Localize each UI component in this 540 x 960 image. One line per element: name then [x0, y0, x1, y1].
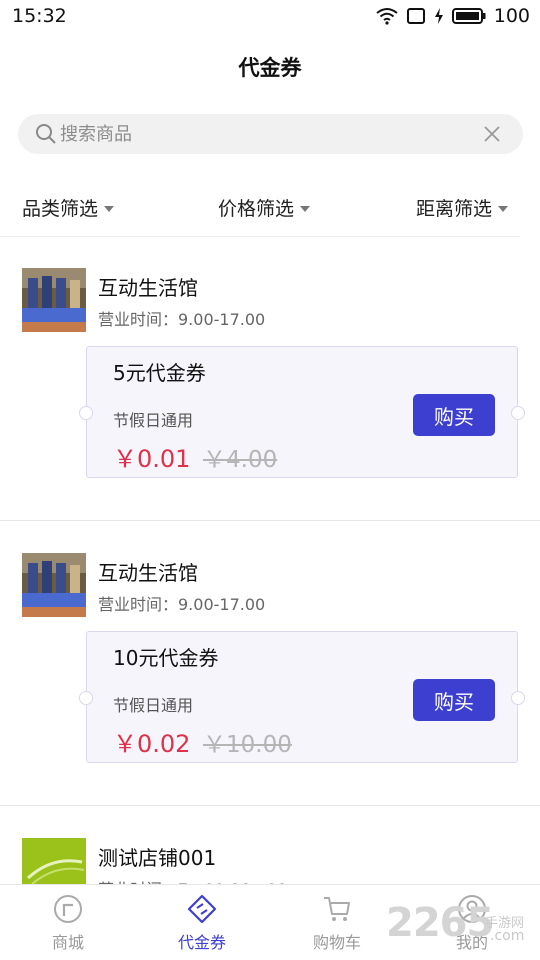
coupon-notch: [79, 406, 93, 420]
buy-button[interactable]: 购买: [413, 679, 495, 721]
coupon-card[interactable]: 5元代金券 节假日通用 ￥0.01 ￥4.00 购买: [79, 346, 525, 478]
screen-icon: [406, 7, 426, 25]
store-hours: 营业时间：9.00-17.00: [98, 595, 266, 614]
filter-category[interactable]: 品类筛选: [22, 194, 115, 221]
tab-cart-label: 购物车: [312, 933, 361, 952]
store-thumbnail: [22, 268, 86, 332]
tab-voucher[interactable]: 代金券: [152, 893, 252, 953]
coupon-note: 节假日通用: [113, 696, 194, 715]
store-hours: 营业时间：9.00-17.00: [98, 310, 266, 329]
caret-down-icon: [104, 205, 115, 212]
filter-price-label: 价格筛选: [218, 198, 295, 220]
wifi-icon: [376, 7, 398, 25]
clear-icon[interactable]: [483, 125, 501, 147]
status-bar: 15:32 100: [0, 0, 540, 34]
filter-category-label: 品类筛选: [22, 198, 99, 220]
filter-bar: 品类筛选 价格筛选 距离筛选: [0, 188, 540, 228]
voucher-icon: [152, 893, 252, 925]
coupon-note: 节假日通用: [113, 411, 194, 430]
search-input[interactable]: [60, 114, 460, 154]
battery-icon: [451, 7, 486, 25]
caret-down-icon: [498, 205, 509, 212]
coupon-title: 10元代金券: [113, 646, 219, 670]
divider: [0, 805, 540, 806]
buy-button[interactable]: 购买: [413, 394, 495, 436]
watermark-domain: .com: [490, 928, 525, 944]
tab-mall-label: 商城: [51, 933, 84, 952]
filter-distance-label: 距离筛选: [416, 198, 493, 220]
caret-down-icon: [300, 205, 311, 212]
status-time: 15:32: [12, 5, 67, 27]
coupon-notch: [511, 691, 525, 705]
tab-voucher-label: 代金券: [177, 933, 226, 952]
charging-icon: [434, 7, 444, 25]
tab-cart[interactable]: 购物车: [287, 893, 387, 953]
search-icon: [34, 122, 58, 150]
coupon-original-price: ￥4.00: [203, 447, 278, 473]
store-name: 互动生活馆: [98, 561, 198, 585]
divider: [0, 520, 540, 521]
store-thumbnail: [22, 553, 86, 617]
coupon-price: ￥0.01: [113, 445, 191, 473]
coupon-title: 5元代金券: [113, 361, 206, 385]
watermark-logo: 2265: [386, 900, 494, 946]
coupon-card[interactable]: 10元代金券 节假日通用 ￥0.02 ￥10.00 购买: [79, 631, 525, 763]
page-title: 代金券: [238, 56, 302, 80]
coupon-original-price: ￥10.00: [203, 732, 292, 758]
filter-distance[interactable]: 距离筛选: [416, 194, 509, 221]
store-name: 测试店铺001: [98, 846, 217, 870]
coupon-notch: [511, 406, 525, 420]
filter-price[interactable]: 价格筛选: [218, 194, 311, 221]
store-name: 互动生活馆: [98, 276, 198, 300]
battery-level: 100: [493, 5, 530, 27]
status-icons: 100: [376, 5, 530, 27]
divider: [0, 236, 520, 237]
search-bar[interactable]: [18, 114, 523, 154]
coupon-price: ￥0.02: [113, 730, 191, 758]
tab-mall[interactable]: 商城: [18, 893, 118, 953]
coupon-notch: [79, 691, 93, 705]
mall-icon: [18, 893, 118, 925]
cart-icon: [287, 893, 387, 925]
